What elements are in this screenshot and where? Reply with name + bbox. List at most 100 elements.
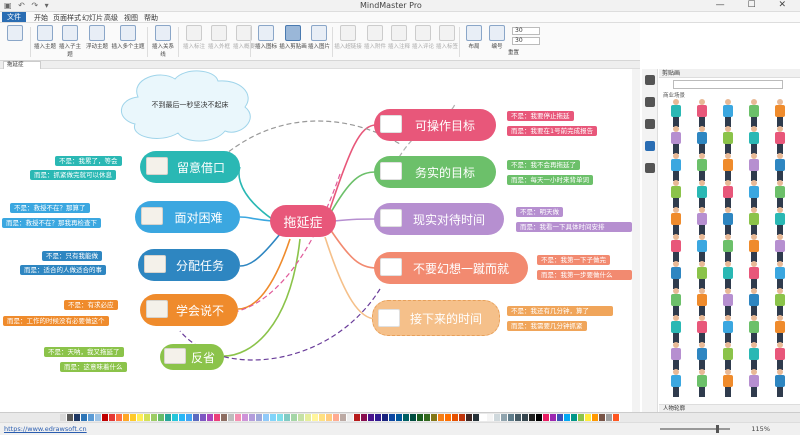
numbering-button[interactable]: 编号 bbox=[484, 25, 510, 50]
insert-boundary-button[interactable]: 插入外框 bbox=[206, 25, 232, 50]
color-swatch[interactable] bbox=[270, 414, 277, 421]
color-swatch[interactable] bbox=[193, 414, 200, 421]
clipart-thumbnail[interactable] bbox=[721, 261, 735, 289]
color-swatch[interactable] bbox=[319, 414, 326, 421]
clipart-thumbnail[interactable] bbox=[747, 153, 761, 181]
color-swatch[interactable] bbox=[67, 414, 74, 421]
color-swatch[interactable] bbox=[585, 414, 592, 421]
clipart-thumbnail[interactable] bbox=[721, 288, 735, 316]
color-swatch[interactable] bbox=[228, 414, 235, 421]
menu-help[interactable]: 帮助 bbox=[144, 13, 158, 23]
color-swatch[interactable] bbox=[340, 414, 347, 421]
color-swatch[interactable] bbox=[312, 414, 319, 421]
color-swatch[interactable] bbox=[81, 414, 88, 421]
clipart-thumbnail[interactable] bbox=[669, 180, 683, 208]
note-务实的目标-2[interactable]: 而是：每天一小时来背单词 bbox=[507, 175, 593, 185]
color-swatch[interactable] bbox=[88, 414, 95, 421]
color-swatch[interactable] bbox=[256, 414, 263, 421]
color-swatch[interactable] bbox=[452, 414, 459, 421]
clipart-thumbnail[interactable] bbox=[695, 99, 709, 127]
clipart-thumbnail[interactable] bbox=[773, 99, 787, 127]
window-controls[interactable]: — ☐ ✕ bbox=[716, 0, 796, 10]
color-swatch[interactable] bbox=[403, 414, 410, 421]
clipart-thumbnail[interactable] bbox=[773, 342, 787, 370]
color-swatch[interactable] bbox=[361, 414, 368, 421]
insert-tag-button[interactable]: 插入标签 bbox=[434, 25, 460, 50]
clipart-person-presentation[interactable] bbox=[380, 115, 402, 133]
clipart-thumbnail[interactable] bbox=[721, 315, 735, 343]
clipart-thumbnail[interactable] bbox=[773, 315, 787, 343]
insert-hyperlink-button[interactable]: 插入超链接 bbox=[334, 25, 362, 50]
quick-access-toolbar[interactable]: ▣ ↶ ↷ ▾ bbox=[4, 1, 51, 10]
note-不要幻想一蹴而就-2[interactable]: 而是：我第一步要做什么 bbox=[537, 270, 632, 280]
color-swatch[interactable] bbox=[221, 414, 228, 421]
color-swatch[interactable] bbox=[298, 414, 305, 421]
clipart-person-running[interactable] bbox=[380, 258, 402, 276]
color-swatch[interactable] bbox=[200, 414, 207, 421]
color-swatch[interactable] bbox=[557, 414, 564, 421]
insert-topic-button[interactable]: 插入主题 bbox=[32, 25, 58, 50]
insert-subtopic-button[interactable]: 插入子主题 bbox=[57, 25, 83, 58]
note-留意借口-2[interactable]: 而是：抓紧做完就可以休息 bbox=[30, 170, 116, 180]
clipart-thumbnail[interactable] bbox=[721, 126, 735, 154]
clipart-person-desk[interactable] bbox=[146, 157, 168, 175]
clipart-active-icon[interactable] bbox=[645, 141, 655, 151]
menu-view[interactable]: 视图 bbox=[124, 13, 138, 23]
clipart-thumbnail[interactable] bbox=[773, 126, 787, 154]
color-swatch[interactable] bbox=[480, 414, 487, 421]
clipart-thumbnail[interactable] bbox=[695, 126, 709, 154]
clipart-thumbnail[interactable] bbox=[721, 180, 735, 208]
format-icon[interactable] bbox=[645, 75, 655, 85]
note-分配任务-2[interactable]: 而是：适合的人做适合的事 bbox=[20, 265, 106, 275]
floating-topic-button[interactable]: 浮动主题 bbox=[84, 25, 110, 50]
insert-clipart-button[interactable]: 插入剪贴画 bbox=[278, 25, 308, 50]
clipart-thumbnail[interactable] bbox=[695, 180, 709, 208]
insert-multiple-topics-button[interactable]: 插入多个主题 bbox=[111, 25, 145, 50]
reset-button[interactable]: 重置 bbox=[508, 48, 534, 56]
clipart-thumbnail[interactable] bbox=[747, 207, 761, 235]
menu-home[interactable]: 开始 bbox=[34, 13, 48, 23]
clipart-thumbnail[interactable] bbox=[747, 315, 761, 343]
color-swatch[interactable] bbox=[242, 414, 249, 421]
clipart-thumbnail[interactable] bbox=[695, 369, 709, 397]
clipart-person-think[interactable] bbox=[164, 348, 186, 364]
spacing-spinner-1[interactable]: 30 bbox=[512, 27, 540, 35]
color-swatch[interactable] bbox=[368, 414, 375, 421]
clipart-thumbnail[interactable] bbox=[747, 369, 761, 397]
menu-file[interactable]: 文件 bbox=[2, 12, 26, 22]
clipart-thumbnail[interactable] bbox=[669, 315, 683, 343]
note-接下来的时间-2[interactable]: 而是：我需要几分钟抓紧 bbox=[507, 321, 587, 331]
clipart-thumbnail[interactable] bbox=[721, 153, 735, 181]
clipart-search-dropdown[interactable] bbox=[673, 80, 783, 89]
clipart-person-tasks[interactable] bbox=[144, 255, 166, 273]
clipart-thumbnail[interactable] bbox=[669, 234, 683, 262]
clipart-thumbnail[interactable] bbox=[747, 234, 761, 262]
note-面对困难-2[interactable]: 而是：救授不在？那我再检查下 bbox=[2, 218, 101, 228]
color-swatch[interactable] bbox=[291, 414, 298, 421]
color-swatch[interactable] bbox=[102, 414, 109, 421]
color-swatch[interactable] bbox=[466, 414, 473, 421]
clipart-thumbnail[interactable] bbox=[747, 261, 761, 289]
clipart-thumbnail[interactable] bbox=[773, 180, 787, 208]
clipart-thumbnail[interactable] bbox=[669, 369, 683, 397]
clipart-thumbnail[interactable] bbox=[773, 288, 787, 316]
color-swatch[interactable] bbox=[333, 414, 340, 421]
color-swatch[interactable] bbox=[214, 414, 221, 421]
color-swatch[interactable] bbox=[571, 414, 578, 421]
insert-icon-button[interactable]: 插入图标 bbox=[253, 25, 279, 50]
note-不要幻想一蹴而就-1[interactable]: 不是：我第一下子做完 bbox=[537, 255, 610, 265]
clipart-thumbnail[interactable] bbox=[747, 180, 761, 208]
color-swatch[interactable] bbox=[60, 414, 67, 421]
color-swatch[interactable] bbox=[487, 414, 494, 421]
clipart-thumbnail[interactable] bbox=[747, 288, 761, 316]
website-link[interactable]: https://www.edrawsoft.cn bbox=[4, 425, 87, 433]
clipart-thumbnail[interactable] bbox=[695, 261, 709, 289]
insert-relationship-button[interactable]: 插入关系线 bbox=[150, 25, 176, 58]
menu-page-style[interactable]: 页面样式 bbox=[53, 13, 81, 23]
clipart-person-clock[interactable] bbox=[380, 209, 402, 227]
outline-icon[interactable] bbox=[645, 97, 655, 107]
clipart-thumbnail[interactable] bbox=[747, 342, 761, 370]
clipart-thumbnail[interactable] bbox=[695, 207, 709, 235]
color-swatch[interactable] bbox=[599, 414, 606, 421]
clipart-thumbnail[interactable] bbox=[695, 234, 709, 262]
